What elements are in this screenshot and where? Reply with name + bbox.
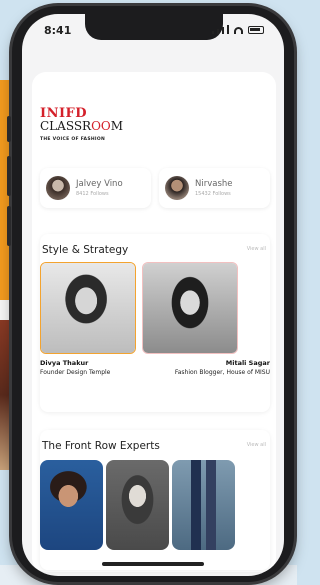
expert-photo — [41, 263, 135, 353]
signal-icon — [212, 31, 214, 34]
section-title: Style & Strategy — [42, 244, 129, 256]
logo-tagline: THE VOICE OF FASHION — [40, 137, 106, 142]
main-content: INIFD CLASSROOM THE VOICE OF FASHION Jal… — [32, 72, 276, 572]
view-all-link[interactable]: View all — [247, 246, 266, 252]
profile-list: Jalvey Vino 8412 Follows Nirvashe 15432 … — [40, 168, 270, 208]
signal-bar — [222, 27, 224, 34]
profile-card[interactable]: Nirvashe 15432 Follows — [159, 168, 270, 208]
logo-brand-part: M — [110, 119, 124, 133]
expert-name: Divya Thakur — [40, 359, 89, 367]
expert-photo-card[interactable] — [40, 460, 103, 550]
profile-name: Nirvashe — [195, 179, 233, 189]
signal-bar — [227, 25, 229, 34]
expert-role: Fashion Blogger, House of MISU — [174, 369, 270, 376]
profile-subtitle: 8412 Follows — [76, 191, 109, 197]
signal-bar — [217, 29, 219, 34]
style-strategy-section: Style & Strategy View all Divya Thakur F… — [40, 234, 270, 412]
profile-card[interactable]: Jalvey Vino 8412 Follows — [40, 168, 151, 208]
logo-brand-accent: OO — [91, 119, 111, 133]
volume-down-button — [7, 206, 11, 246]
wifi-icon — [234, 27, 243, 34]
expert-role: Founder Design Temple — [40, 369, 111, 376]
expert-card-mitali[interactable] — [142, 262, 238, 354]
profile-name: Jalvey Vino — [76, 179, 123, 189]
expert-photo-card[interactable] — [106, 460, 169, 550]
home-indicator[interactable] — [102, 562, 204, 566]
section-title: The Front Row Experts — [42, 440, 160, 452]
expert-photo — [143, 263, 237, 353]
battery-icon — [248, 26, 264, 34]
view-all-link[interactable]: View all — [247, 442, 266, 448]
avatar — [165, 176, 189, 200]
avatar — [46, 176, 70, 200]
logo-brand-main: CLASSROOM — [40, 119, 160, 133]
logo-brand-part: CLASSR — [40, 119, 92, 133]
mute-switch — [7, 116, 11, 142]
expert-name: Mitali Sagar — [225, 359, 270, 367]
front-row-section: The Front Row Experts View all — [40, 430, 270, 570]
expert-card-divya[interactable] — [40, 262, 136, 354]
app-logo: INIFD CLASSROOM THE VOICE OF FASHION — [40, 106, 160, 142]
status-time: 8:41 — [44, 24, 72, 37]
phone-notch — [85, 14, 223, 40]
volume-up-button — [7, 156, 11, 196]
app-screen: 8:41 INIFD CLASSROOM THE VOICE OF FASHIO… — [22, 14, 284, 576]
expert-photo-card[interactable] — [172, 460, 235, 550]
status-icons — [212, 25, 264, 34]
profile-subtitle: 15432 Follows — [195, 191, 231, 197]
